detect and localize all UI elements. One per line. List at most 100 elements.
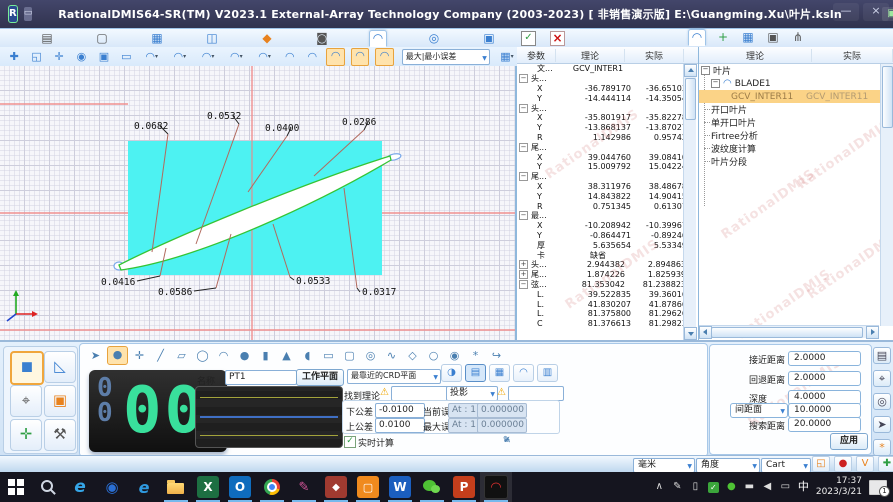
row-expander-icon[interactable] <box>519 85 527 92</box>
table-row[interactable]: X -35.801917 -35.822781 <box>517 113 698 123</box>
tab-report[interactable]: ◫ <box>204 31 220 46</box>
blade-eval-3-icon[interactable]: ◠ <box>375 48 393 66</box>
settings-gear-icon[interactable]: * <box>873 439 891 456</box>
cone-tool[interactable]: ▲ <box>277 347 296 364</box>
search-distance[interactable]: 20.0000 <box>788 417 861 432</box>
tray-wechat-icon[interactable]: ● <box>726 481 737 493</box>
blade-eval-1-icon[interactable]: ◠ <box>326 48 344 66</box>
coordinate-axes-button[interactable]: ✛ <box>10 419 42 451</box>
table-row[interactable]: Y -13.868137 -13.870272 <box>517 123 698 133</box>
taskbar-app-blue[interactable]: ◉ <box>96 472 128 502</box>
column-actual[interactable]: 实际 <box>625 49 684 62</box>
tray-ime[interactable]: 中 <box>798 481 809 493</box>
table-row[interactable]: − 尾... <box>517 142 698 152</box>
ellipse-tool[interactable]: ◖ <box>298 347 317 364</box>
row-expander-icon[interactable] <box>519 154 527 161</box>
arc-tool[interactable]: ◠ <box>214 347 233 364</box>
slot-tool[interactable]: ▭ <box>319 347 338 364</box>
table-row[interactable]: X 39.044760 39.084101 <box>517 152 698 162</box>
sphere-tool[interactable]: ● <box>235 347 254 364</box>
action-center-icon[interactable]: 1 <box>869 480 887 495</box>
list-tab[interactable]: ▦ <box>489 364 510 382</box>
clock[interactable]: 17:37 2023/3/21 <box>816 476 862 498</box>
cylinder-tool[interactable]: ▮ <box>256 347 275 364</box>
tree-item[interactable]: 叶片分段 <box>699 155 893 168</box>
tab-print[interactable]: ▤ <box>39 31 55 46</box>
tab-disc[interactable]: ◎ <box>426 31 442 46</box>
tree-camera-icon[interactable]: ▣ <box>765 30 781 45</box>
table-header[interactable]: 参数 理论 实际 <box>517 47 698 64</box>
row-expander-icon[interactable] <box>519 65 527 72</box>
row-expander-icon[interactable] <box>519 95 527 102</box>
table-row[interactable]: L. 41.830207 41.878660 <box>517 299 698 309</box>
zoom-window-icon[interactable]: ◱ <box>28 49 44 65</box>
tree-axes-icon[interactable]: + <box>715 30 731 45</box>
row-expander-icon[interactable]: + <box>519 270 528 279</box>
zoom-extents-icon[interactable]: ✚ <box>6 49 22 65</box>
realtime-checkbox[interactable] <box>344 436 356 448</box>
tree-tab-blade[interactable]: ◠ <box>688 29 706 46</box>
start-button[interactable] <box>0 472 32 502</box>
row-expander-icon[interactable]: − <box>519 143 528 152</box>
tree-expander-icon[interactable]: − <box>711 79 720 88</box>
apply-button[interactable]: 应用 <box>830 433 868 450</box>
close-button[interactable]: × <box>863 3 889 21</box>
tray-expand-icon[interactable]: ∧ <box>654 481 665 493</box>
projection-dropdown[interactable]: 投影 <box>446 386 498 401</box>
toggle-check-icon[interactable]: ✓ <box>521 31 536 46</box>
arc-probe-tab[interactable]: ◠ <box>513 364 534 382</box>
rectangle-tool[interactable]: ▢ <box>340 347 359 364</box>
taskbar-excel[interactable]: X <box>192 472 224 502</box>
toolbox-button[interactable]: ▣ <box>44 385 76 417</box>
tray-antivirus-icon[interactable]: ✓ <box>708 482 719 493</box>
gear-tool[interactable]: * <box>466 347 485 364</box>
table-row[interactable]: − 弦... 81.353042 81.238823 <box>517 280 698 290</box>
status-axes-icon[interactable]: ✚ <box>878 456 893 472</box>
taskbar-wechat[interactable] <box>416 472 448 502</box>
row-expander-icon[interactable]: − <box>519 211 528 220</box>
table-row[interactable]: X 38.311976 38.486782 <box>517 182 698 192</box>
curve-tool[interactable]: ∿ <box>382 347 401 364</box>
row-expander-icon[interactable] <box>519 310 527 317</box>
tray-network-icon[interactable]: ▭ <box>780 481 791 493</box>
tab-table[interactable]: ▦ <box>149 31 165 46</box>
scroll-thumb[interactable] <box>711 327 863 338</box>
projection-input[interactable] <box>508 386 564 401</box>
frame-icon[interactable]: ▣ <box>96 49 112 65</box>
machine-tools-button[interactable]: ⚒ <box>44 419 76 451</box>
tab-capture[interactable]: ▣ <box>481 31 497 46</box>
table-row[interactable]: C 81.376613 81.298238 <box>517 319 698 329</box>
row-expander-icon[interactable] <box>519 114 527 121</box>
crd-plane-dropdown[interactable]: 最靠近的CRD平面 <box>347 369 441 384</box>
column-param[interactable]: 参数 <box>517 49 556 62</box>
table-row[interactable]: L. 81.375800 81.296262 <box>517 309 698 319</box>
column-actual[interactable]: 实际 <box>812 49 893 62</box>
probe-view-tab[interactable]: ◑ <box>441 364 462 382</box>
retract-distance[interactable]: 2.0000 <box>788 371 861 386</box>
probe-move-icon[interactable]: ➤ <box>873 416 891 433</box>
probe-config-icon[interactable]: ⌖ <box>873 370 891 387</box>
row-expander-icon[interactable] <box>519 222 527 229</box>
blade-fit-icon[interactable]: ◠ <box>304 49 320 65</box>
taskbar-security[interactable]: ◆ <box>320 472 352 502</box>
table-row[interactable]: X -36.789170 -36.651032 <box>517 84 698 94</box>
tray-pen-icon[interactable]: ✎ <box>672 481 683 493</box>
display-mode-icon[interactable]: ▭ <box>118 49 134 65</box>
taskbar-powerpoint[interactable]: P <box>448 472 480 502</box>
row-expander-icon[interactable] <box>519 163 527 170</box>
tree-item[interactable]: 开口叶片 <box>699 103 893 116</box>
taskbar-ie[interactable]: e <box>64 472 96 502</box>
table-row[interactable]: − 头... <box>517 74 698 84</box>
scroll-thumb[interactable] <box>882 66 893 128</box>
tray-battery-icon[interactable]: ▯ <box>690 481 701 493</box>
pan-icon[interactable]: ✛ <box>51 49 67 65</box>
report-icon[interactable]: ▤ <box>873 347 891 364</box>
row-expander-icon[interactable] <box>519 301 527 308</box>
compare-icon[interactable]: ▦ <box>496 49 518 65</box>
ring-tool[interactable]: ◉ <box>445 347 464 364</box>
approach-distance[interactable]: 2.0000 <box>788 351 861 366</box>
plane-tool[interactable]: ▱ <box>172 347 191 364</box>
alignment-ruler-button[interactable]: ◺ <box>44 351 76 383</box>
taskbar-outlook[interactable]: O <box>224 472 256 502</box>
row-expander-icon[interactable]: − <box>519 280 528 289</box>
